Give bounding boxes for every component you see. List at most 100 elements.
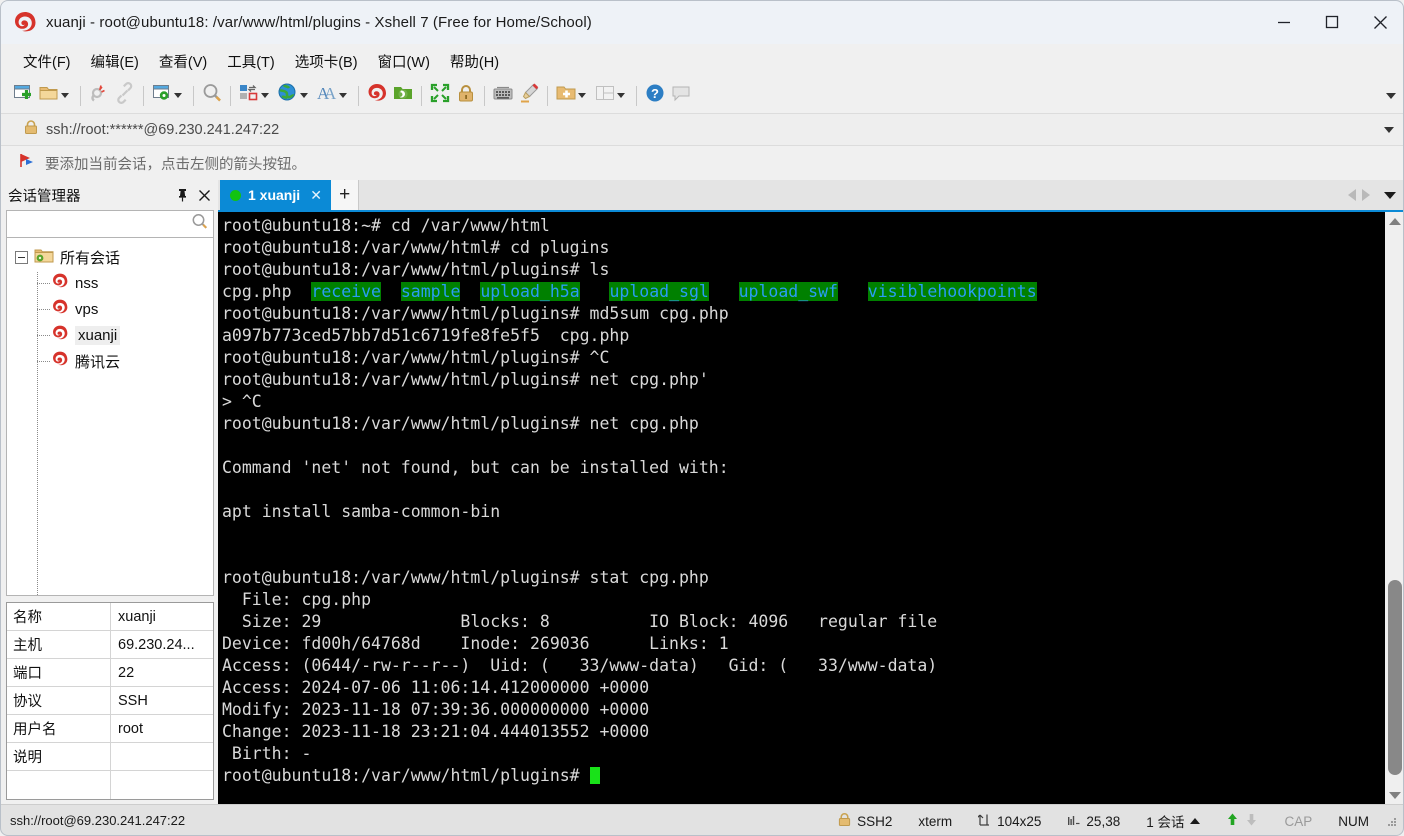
tree-node-nss[interactable]: nss — [7, 270, 213, 296]
menu-view[interactable]: 查看(V) — [150, 47, 216, 76]
status-terminal-type-label: xterm — [918, 813, 953, 829]
tab-close-icon[interactable]: ✕ — [307, 187, 325, 204]
terminal-line: root@ubuntu18:/var/www/html/plugins# net… — [222, 413, 1384, 435]
fullscreen-button[interactable] — [427, 81, 453, 111]
terminal-line: cpg.php receive sample upload_h5a upload… — [222, 281, 1384, 303]
notice-bar: 要添加当前会话，点击左侧的箭头按钮。 — [0, 146, 1404, 180]
menu-tabs[interactable]: 选项卡(B) — [286, 47, 367, 76]
transfer-caret-icon[interactable] — [261, 93, 269, 98]
globe-caret-icon[interactable] — [300, 93, 308, 98]
new-session-button[interactable] — [10, 81, 36, 111]
menu-tools[interactable]: 工具(T) — [218, 47, 284, 76]
address-bar[interactable]: ssh://root:******@69.230.241.247:22 — [0, 114, 1404, 146]
property-key: 端口 — [7, 659, 111, 686]
add-folder-button[interactable] — [553, 81, 592, 111]
property-value: SSH — [118, 692, 148, 709]
search-icon[interactable] — [191, 213, 208, 235]
status-protocol: SSH2 — [825, 812, 905, 830]
pin-panel-button[interactable] — [172, 184, 192, 206]
open-folder-icon — [38, 82, 60, 109]
terminal-scrollbar[interactable] — [1384, 212, 1404, 804]
address-input[interactable]: ssh://root:******@69.230.241.247:22 — [46, 122, 279, 138]
new-tab-button[interactable]: + — [331, 180, 360, 210]
scrollbar-thumb[interactable] — [1387, 580, 1402, 775]
layout-button[interactable] — [592, 81, 631, 111]
menu-help[interactable]: 帮助(H) — [441, 47, 508, 76]
maximize-button[interactable] — [1308, 0, 1356, 44]
tree-node-all-sessions[interactable]: 所有会话 — [7, 244, 213, 270]
tab-xuanji[interactable]: 1 xuanji ✕ — [220, 180, 332, 210]
scroll-up-button[interactable] — [1386, 212, 1404, 230]
keyboard-button[interactable] — [490, 81, 516, 111]
property-value — [111, 771, 213, 799]
resize-grip-icon[interactable] — [1386, 815, 1398, 827]
terminal-text: a097b773ced57bb7d51c6719fe8fe5f5 cpg.php — [222, 326, 630, 345]
menu-file[interactable]: 文件(F) — [14, 47, 80, 76]
red-flag-icon — [18, 152, 36, 175]
chevron-up-icon — [1388, 217, 1401, 225]
layout-caret-icon[interactable] — [617, 93, 625, 98]
highlight-button[interactable] — [516, 81, 542, 111]
toolbar-separator — [421, 85, 422, 106]
session-tree[interactable]: 所有会话 nss vps xuanji 腾讯云 — [6, 238, 214, 596]
window-controls — [1260, 0, 1404, 44]
session-search-box[interactable] — [6, 210, 214, 238]
terminal-line: Command 'net' not found, but can be inst… — [222, 457, 1384, 479]
scroll-down-button[interactable] — [1386, 786, 1404, 804]
svg-text:A: A — [324, 84, 337, 103]
open-session-caret-icon[interactable] — [61, 93, 69, 98]
close-button[interactable] — [1356, 0, 1404, 44]
terminal-text: apt install samba-common-bin — [222, 502, 501, 521]
xshell-button[interactable] — [364, 81, 390, 111]
menu-bar: 文件(F) 编辑(E) 查看(V) 工具(T) 选项卡(B) 窗口(W) 帮助(… — [0, 44, 1404, 78]
tree-node-tencent-cloud[interactable]: 腾讯云 — [7, 348, 213, 374]
directory-entry: upload_h5a — [480, 282, 580, 301]
terminal-line: root@ubuntu18:/var/www/html/plugins# — [222, 765, 1384, 787]
tab-prev-icon[interactable] — [1348, 189, 1356, 201]
tree-node-label: vps — [75, 300, 99, 318]
property-row: 用户名 root — [7, 715, 213, 743]
minimize-button[interactable] — [1260, 0, 1308, 44]
menu-window[interactable]: 窗口(W) — [369, 47, 439, 76]
font-caret-icon[interactable] — [339, 93, 347, 98]
tab-list-icon[interactable] — [1384, 191, 1396, 199]
globe-button[interactable] — [275, 81, 314, 111]
xftp-button[interactable] — [390, 81, 416, 111]
chevron-up-icon[interactable] — [1190, 818, 1201, 824]
toolbar-separator — [193, 85, 194, 106]
terminal-text: Change: 2023-11-18 23:21:04.444013552 +0… — [222, 722, 650, 741]
session-properties-caret-icon[interactable] — [174, 93, 182, 98]
terminal-screen[interactable]: root@ubuntu18:~# cd /var/www/html root@ub… — [218, 212, 1384, 804]
close-panel-button[interactable] — [194, 184, 214, 206]
comment-button[interactable] — [668, 81, 694, 111]
status-session-count[interactable]: 1 会话 — [1133, 811, 1213, 831]
terminal-line: root@ubuntu18:~# cd /var/www/html — [222, 215, 1384, 237]
help-button[interactable]: ? — [642, 81, 668, 111]
terminal-line: root@ubuntu18:/var/www/html/plugins# md5… — [222, 303, 1384, 325]
reconnect-button[interactable] — [112, 81, 138, 111]
session-properties-button[interactable] — [149, 81, 188, 111]
find-button[interactable] — [199, 81, 225, 111]
tab-next-icon[interactable] — [1362, 189, 1370, 201]
open-session-button[interactable] — [36, 81, 75, 111]
status-bar: ssh://root@69.230.241.247:22 SSH2 xterm — [0, 804, 1404, 836]
scrollbar-track[interactable] — [1386, 230, 1404, 786]
tree-node-xuanji[interactable]: xuanji — [7, 322, 213, 348]
collapse-icon[interactable] — [15, 250, 28, 264]
disconnect-button[interactable] — [86, 81, 112, 111]
add-folder-caret-icon[interactable] — [578, 93, 586, 98]
lock-button[interactable] — [453, 81, 479, 111]
toolbar-overflow-icon[interactable] — [1386, 92, 1396, 99]
status-caps-lock: CAP — [1271, 814, 1325, 829]
find-icon — [201, 82, 223, 109]
terminal-text: > ^C — [222, 392, 262, 411]
comment-icon — [670, 82, 692, 109]
address-dropdown-icon[interactable] — [1384, 126, 1394, 133]
file-transfer-button[interactable] — [236, 81, 275, 111]
tree-node-vps[interactable]: vps — [7, 296, 213, 322]
terminal-line: Access: 2024-07-06 11:06:14.412000000 +0… — [222, 677, 1384, 699]
font-button[interactable]: A A — [314, 81, 353, 111]
menu-edit[interactable]: 编辑(E) — [82, 47, 148, 76]
